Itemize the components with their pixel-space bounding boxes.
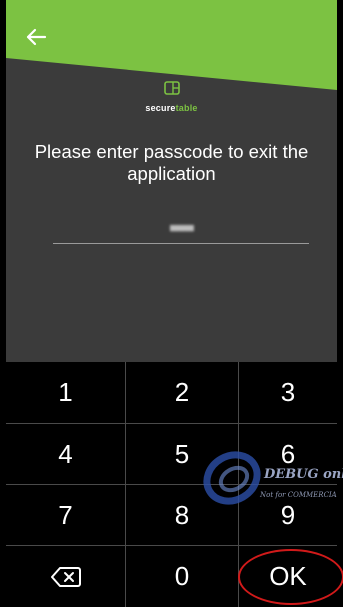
backspace-button[interactable] — [6, 546, 125, 607]
logo-wordmark: securetable — [6, 103, 337, 113]
passcode-prompt: Please enter passcode to exit the applic… — [34, 141, 309, 184]
key-5[interactable]: 5 — [126, 424, 238, 484]
backspace-icon — [50, 566, 81, 587]
back-button[interactable] — [25, 26, 47, 48]
passcode-input[interactable]: ■■■■ — [53, 218, 309, 244]
key-1[interactable]: 1 — [6, 362, 125, 423]
ok-button[interactable]: OK — [239, 546, 337, 607]
logo-accent: table — [175, 103, 198, 113]
key-0[interactable]: 0 — [126, 546, 238, 607]
key-3[interactable]: 3 — [239, 362, 337, 423]
key-7[interactable]: 7 — [6, 485, 125, 545]
logo-prefix: secure — [145, 103, 176, 113]
passcode-value: ■■■■ — [169, 220, 194, 235]
key-8[interactable]: 8 — [126, 485, 238, 545]
input-underline — [53, 243, 309, 244]
tablet-icon — [163, 81, 180, 95]
arrow-left-icon — [26, 28, 47, 46]
screen: securetable Please enter passcode to exi… — [6, 0, 337, 607]
header-band — [6, 0, 337, 90]
key-6[interactable]: 6 — [239, 424, 337, 484]
app-logo: securetable — [6, 80, 337, 113]
numeric-keypad: 1 2 3 4 5 6 7 8 9 0 OK — [6, 362, 337, 607]
key-2[interactable]: 2 — [126, 362, 238, 423]
key-4[interactable]: 4 — [6, 424, 125, 484]
key-9[interactable]: 9 — [239, 485, 337, 545]
